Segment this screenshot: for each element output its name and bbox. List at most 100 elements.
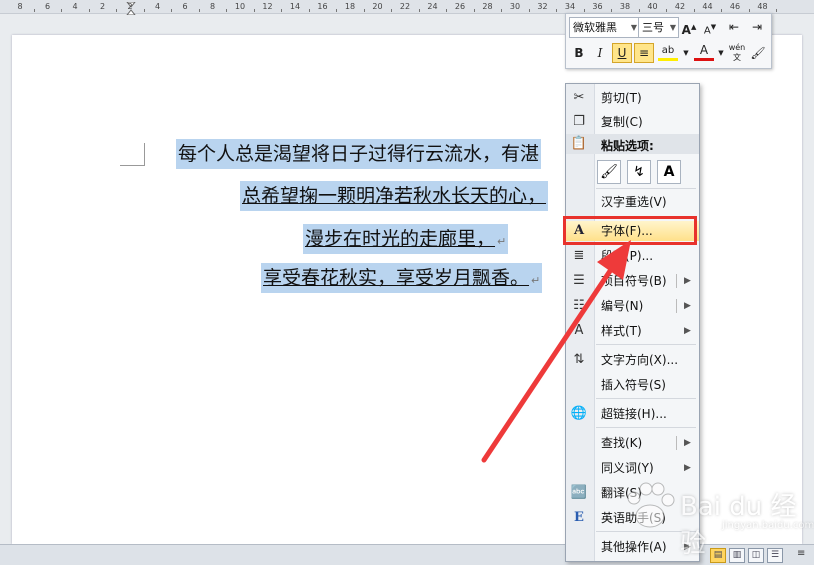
ruler-tick-mark bbox=[776, 9, 778, 12]
annotation-highlight-box bbox=[563, 216, 697, 245]
menu-split-separator bbox=[676, 274, 677, 288]
ruler-tick-mark bbox=[583, 9, 585, 12]
baidu-watermark: Bai du 经验 jingyan.baidu.com bbox=[620, 470, 814, 559]
ruler-tick-label: 24 bbox=[427, 2, 438, 11]
menu-item-reconvert[interactable]: 汉字重选(V) bbox=[566, 192, 699, 212]
paragraph-mark: ↵ bbox=[531, 274, 541, 287]
paste-keep-format-button[interactable]: 🖌 bbox=[597, 160, 621, 184]
ruler-tick-label: 6 bbox=[182, 2, 188, 11]
ruler-tick-mark bbox=[418, 9, 420, 12]
ruler-tick-mark bbox=[363, 9, 365, 12]
ruler-tick-label: 28 bbox=[482, 2, 493, 11]
ruler-tick-label: 18 bbox=[344, 2, 356, 11]
ruler-tick-mark bbox=[88, 9, 90, 12]
menu-item-cut[interactable]: ✂ 剪切(T) bbox=[566, 88, 699, 108]
underline-button[interactable]: U bbox=[612, 43, 632, 63]
menu-item-insert-symbol[interactable]: 插入符号(S) bbox=[566, 375, 699, 395]
ruler-tick-label: 34 bbox=[564, 2, 576, 11]
chevron-down-icon: ▼ bbox=[669, 23, 676, 32]
crop-mark bbox=[120, 143, 145, 166]
ruler-tick-mark bbox=[473, 9, 475, 12]
styles-icon: A bbox=[574, 323, 584, 338]
ruler-tick-label: 38 bbox=[619, 2, 631, 11]
ruler-tick-label: 6 bbox=[44, 2, 51, 11]
chevron-down-icon[interactable]: ▼ bbox=[676, 43, 696, 63]
ruler-tick-mark bbox=[666, 9, 668, 12]
shrink-font-button[interactable]: A▼ bbox=[700, 17, 720, 37]
text-line-3-content: 漫步在时光的走廊里， bbox=[305, 228, 496, 250]
ruler-tick-mark bbox=[308, 9, 310, 12]
menu-item-hyperlink[interactable]: 🌐 超链接(H)... bbox=[566, 404, 699, 424]
text-line-3[interactable]: 漫步在时光的走廊里， ↵ bbox=[303, 224, 509, 254]
ruler-tick-mark bbox=[391, 9, 393, 12]
highlight-button[interactable]: ab bbox=[658, 43, 678, 61]
horizontal-ruler[interactable]: 8 6 4 2 2 4 6 8 10 12 14 16 18 20 22 24 26 28 30 32 34 36 38 40… bbox=[0, 0, 814, 16]
italic-button[interactable]: I bbox=[590, 43, 610, 63]
grow-font-button[interactable]: A▲ bbox=[679, 17, 699, 37]
font-size-value: 三号 bbox=[642, 21, 664, 34]
center-align-button[interactable]: ≡ bbox=[634, 43, 654, 63]
ruler-tick-mark bbox=[116, 9, 118, 12]
format-painter-icon[interactable]: 🖌 bbox=[748, 43, 768, 63]
menu-item-numbering[interactable]: ☷ 编号(N) ▶ bbox=[566, 296, 699, 316]
paste-merge-format-button[interactable]: ↯ bbox=[627, 160, 651, 184]
menu-item-lookup[interactable]: 查找(K) ▶ bbox=[566, 433, 699, 453]
ruler-tick-mark bbox=[198, 9, 200, 12]
clipboard-icon: 📋 bbox=[570, 136, 588, 151]
ruler-tick-label: 22 bbox=[399, 2, 411, 11]
text-line-2-content: 总希望掬一颗明净若秋水长天的心， bbox=[242, 185, 547, 207]
ruler-tick-label: 16 bbox=[317, 2, 328, 11]
menu-item-bullets[interactable]: ☰ 项目符号(B) ▶ bbox=[566, 271, 699, 291]
ruler-tick-mark bbox=[721, 9, 723, 12]
text-line-4[interactable]: 享受春花秋实，享受岁月飘香。 ↵ bbox=[261, 263, 543, 293]
ruler-tick-label: 8 bbox=[17, 2, 23, 11]
bullet-list-icon: ☰ bbox=[573, 273, 585, 288]
ruler-tick-mark bbox=[446, 9, 448, 12]
paragraph-mark: ↵ bbox=[497, 235, 507, 248]
text-direction-icon: ⇅ bbox=[573, 352, 585, 367]
chevron-down-icon: ▼ bbox=[630, 23, 637, 32]
ruler-tick-mark bbox=[611, 9, 613, 12]
ruler-tick-mark bbox=[528, 9, 530, 12]
menu-item-copy[interactable]: ❐ 复制(C) bbox=[566, 112, 699, 132]
ruler-tick-label: 4 bbox=[72, 2, 78, 11]
menu-split-separator bbox=[676, 299, 677, 313]
watermark-subtext: jingyan.baidu.com bbox=[722, 520, 814, 531]
ruler-tick-mark bbox=[281, 9, 283, 12]
ruler-tick-mark bbox=[253, 9, 255, 12]
ruler-tick-label: 36 bbox=[592, 2, 603, 11]
ruler-tick-label: 10 bbox=[234, 2, 246, 11]
ruler-tick-mark bbox=[33, 9, 35, 12]
ruler-tick-mark bbox=[748, 9, 750, 12]
text-line-1[interactable]: 每个人总是渴望将日子过得行云流水，有湛 bbox=[176, 139, 542, 169]
text-line-2[interactable]: 总希望掬一颗明净若秋水长天的心， bbox=[240, 181, 549, 211]
ruler-tick-label: 20 bbox=[372, 2, 383, 11]
menu-item-paragraph[interactable]: ≣ 段落(P)... bbox=[566, 246, 699, 266]
ruler-tick-label: 42 bbox=[674, 2, 686, 11]
font-size-select[interactable]: 三号 ▼ bbox=[638, 17, 679, 38]
increase-indent-icon[interactable]: ⇥ bbox=[747, 17, 767, 37]
ruler-tick-label: 48 bbox=[757, 2, 768, 11]
menu-separator bbox=[596, 398, 696, 399]
bold-button[interactable]: B bbox=[569, 43, 589, 63]
menu-item-text-direction[interactable]: ⇅ 文字方向(X)... bbox=[566, 350, 699, 370]
font-name-value: 微软雅黑 bbox=[573, 21, 617, 34]
text-line-4-content: 享受春花秋实，享受岁月飘香。 bbox=[263, 267, 530, 289]
ruler-tick-label: 44 bbox=[702, 2, 713, 11]
menu-item-styles[interactable]: A 样式(T) ▶ bbox=[566, 321, 699, 341]
ruler-tick-mark bbox=[501, 9, 503, 12]
ruler-tick-mark bbox=[638, 9, 640, 12]
submenu-arrow-icon: ▶ bbox=[684, 438, 691, 448]
phonetic-guide-button[interactable]: wén 文 bbox=[727, 43, 747, 63]
paw-logo-icon bbox=[627, 482, 675, 528]
ruler-tick-mark bbox=[693, 9, 695, 12]
ruler-tick-label: 8 bbox=[209, 2, 216, 11]
decrease-indent-icon[interactable]: ⇤ bbox=[724, 17, 744, 37]
paste-text-only-button[interactable]: A bbox=[657, 160, 681, 184]
ruler-tick-mark bbox=[556, 9, 558, 12]
font-name-select[interactable]: 微软雅黑 ▼ bbox=[569, 17, 640, 38]
menu-separator bbox=[596, 188, 696, 189]
ruler-tick-label: 12 bbox=[262, 2, 273, 11]
ruler-tick-mark bbox=[143, 9, 145, 12]
ruler-tick-label: 26 bbox=[454, 2, 466, 11]
